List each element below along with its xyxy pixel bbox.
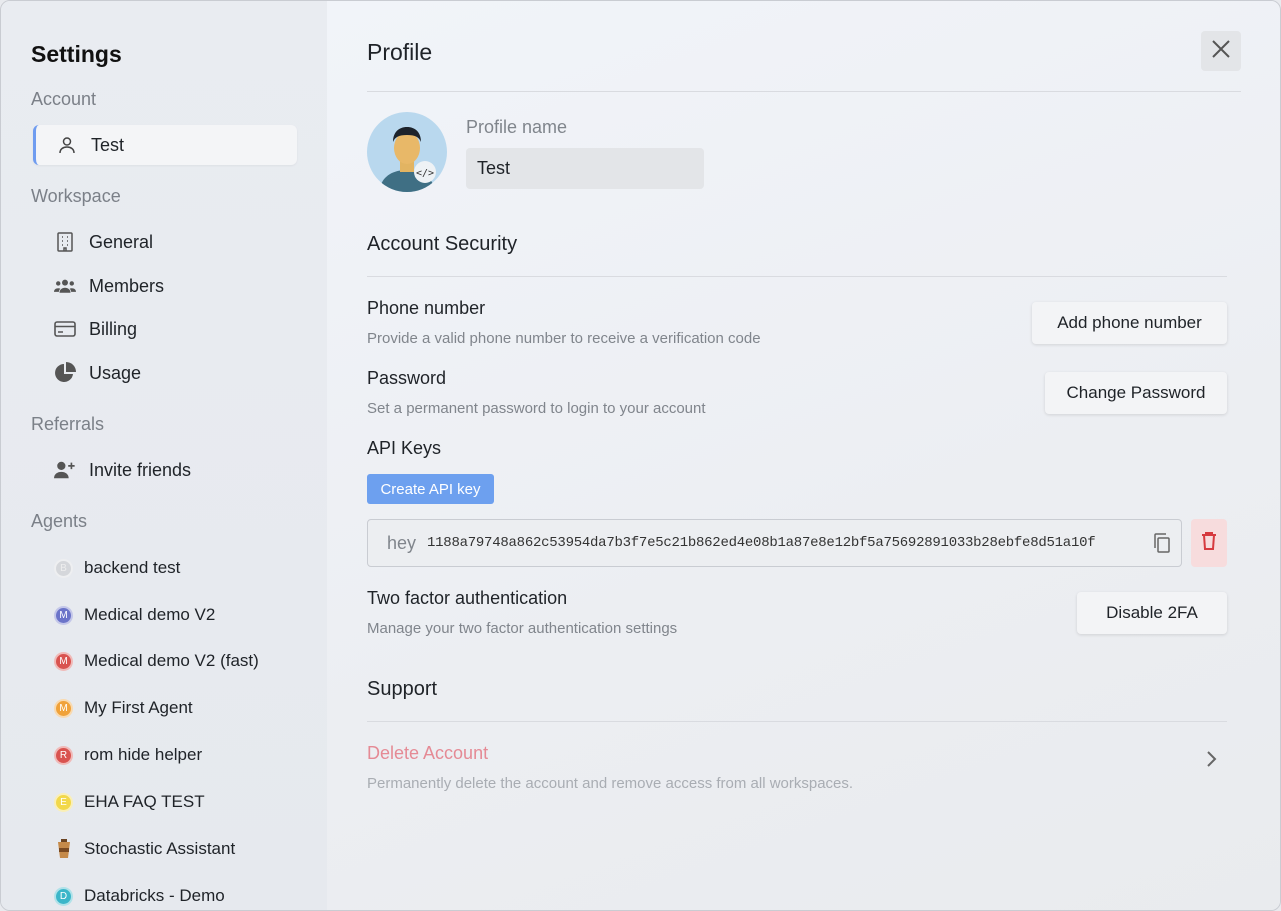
agent-item[interactable]: R rom hide helper (54, 741, 202, 769)
agent-item[interactable]: M My First Agent (54, 694, 193, 722)
agent-label: Medical demo V2 (84, 605, 216, 624)
agent-label: EHA FAQ TEST (84, 792, 205, 811)
sidebar-item-label: General (89, 231, 154, 252)
change-password-button[interactable]: Change Password (1045, 372, 1227, 414)
agent-avatar: D (54, 886, 73, 906)
sidebar-item-label: Members (89, 275, 165, 296)
agent-avatar: M (54, 651, 73, 671)
agent-avatar: E (54, 792, 73, 812)
section-label-workspace: Workspace (31, 186, 121, 206)
sidebar-item-general[interactable]: General (33, 222, 297, 262)
svg-text:</>: </> (416, 168, 434, 179)
settings-window: Settings Account Test Workspace General … (0, 0, 1281, 911)
api-key-value[interactable]: 1188a79748a862c53954da7b3f7e5c21b862ed4e… (427, 535, 1096, 551)
two-factor-title: Two factor authentication (367, 588, 568, 608)
two-factor-description: Manage your two factor authentication se… (367, 620, 678, 637)
pie-chart-icon (54, 362, 76, 384)
sidebar-item-billing[interactable]: Billing (33, 309, 297, 349)
add-phone-number-button[interactable]: Add phone number (1032, 302, 1227, 344)
section-label-account: Account (31, 89, 97, 109)
disable-2fa-button[interactable]: Disable 2FA (1077, 592, 1227, 634)
sidebar-item-label: Invite friends (89, 459, 192, 480)
agent-item[interactable]: B backend test (54, 554, 180, 582)
users-icon (54, 275, 76, 297)
agent-item[interactable]: M Medical demo V2 (fast) (54, 647, 259, 675)
avatar[interactable]: </> (367, 112, 447, 192)
agent-label: Stochastic Assistant (84, 839, 236, 858)
agent-avatar: B (54, 558, 73, 578)
copy-icon[interactable] (1151, 531, 1173, 555)
divider (367, 91, 1241, 92)
create-api-key-button[interactable]: Create API key (367, 474, 494, 504)
sidebar-item-members[interactable]: Members (33, 266, 297, 306)
agent-item[interactable]: Stochastic Assistant (54, 835, 235, 863)
password-description: Set a permanent password to login to you… (367, 400, 706, 417)
page-title: Profile (367, 39, 433, 65)
chevron-right-icon (1205, 750, 1217, 773)
user-plus-icon (54, 459, 76, 481)
delete-account-description: Permanently delete the account and remov… (367, 775, 854, 792)
profile-name-label: Profile name (466, 117, 568, 137)
divider (367, 721, 1227, 722)
agent-avatar: M (54, 698, 73, 718)
account-security-heading: Account Security (367, 233, 518, 255)
agent-item[interactable]: D Databricks - Demo (54, 882, 225, 910)
password-title: Password (367, 368, 447, 388)
agent-label: Medical demo V2 (fast) (84, 651, 259, 670)
section-label-referrals: Referrals (31, 414, 105, 434)
sidebar-item-label: Billing (89, 318, 138, 339)
sidebar-title: Settings (31, 41, 122, 67)
profile-name-input[interactable] (466, 148, 704, 189)
phone-number-title: Phone number (367, 298, 486, 318)
section-label-agents: Agents (31, 511, 88, 531)
sidebar-item-label: Usage (89, 362, 142, 383)
agent-label: rom hide helper (84, 745, 203, 764)
api-keys-title: API Keys (367, 438, 442, 458)
agent-item[interactable]: M Medical demo V2 (54, 601, 215, 629)
agent-label: backend test (84, 558, 181, 577)
api-key-row: hey 1188a79748a862c53954da7b3f7e5c21b862… (367, 519, 1182, 567)
delete-account-title: Delete Account (367, 743, 489, 763)
user-icon (56, 134, 78, 156)
delete-api-key-button[interactable] (1191, 519, 1227, 567)
trash-icon (1201, 531, 1217, 556)
close-button[interactable] (1201, 31, 1241, 71)
agent-label: My First Agent (84, 698, 193, 717)
delete-account-row[interactable]: Delete Account Permanently delete the ac… (367, 741, 1227, 797)
agent-avatar: R (54, 745, 73, 765)
sidebar-item-usage[interactable]: Usage (33, 353, 297, 393)
api-key-name: hey (387, 532, 417, 553)
sidebar-item-invite-friends[interactable]: Invite friends (33, 450, 297, 490)
sidebar-item-label: Test (91, 134, 125, 155)
support-heading: Support (367, 678, 438, 700)
credit-card-icon (54, 318, 76, 340)
settings-sidebar: Settings Account Test Workspace General … (1, 1, 327, 910)
divider (367, 276, 1227, 277)
cup-icon (54, 839, 73, 859)
building-icon (54, 231, 76, 253)
agent-label: Databricks - Demo (84, 886, 225, 905)
sidebar-item-account[interactable]: Test (33, 125, 297, 165)
profile-panel: Profile </> Profile name Account Securit… (327, 1, 1280, 910)
phone-number-description: Provide a valid phone number to receive … (367, 330, 761, 347)
close-icon (1211, 39, 1231, 64)
agent-item[interactable]: E EHA FAQ TEST (54, 788, 205, 816)
agent-avatar: M (54, 605, 73, 625)
